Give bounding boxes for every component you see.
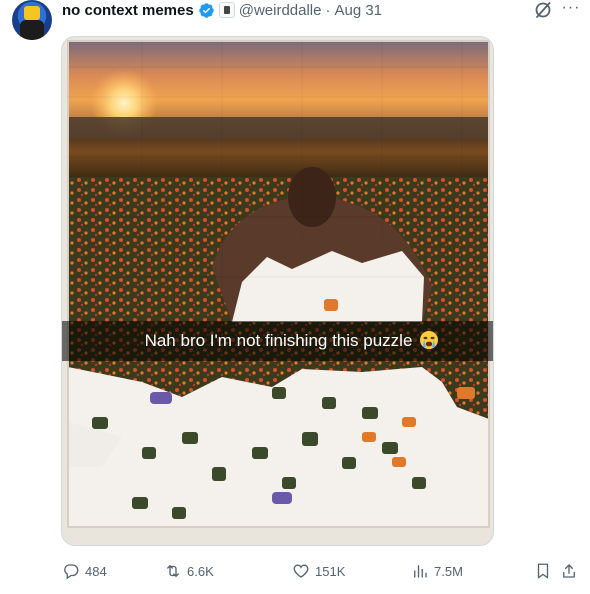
bookmark-button[interactable] bbox=[534, 560, 552, 582]
share-icon bbox=[563, 564, 575, 578]
puzzle-photo bbox=[62, 37, 493, 545]
tweet-image[interactable]: Nah bro I'm not finishing this puzzle bbox=[61, 36, 494, 546]
reply-button[interactable]: 484 bbox=[62, 560, 107, 582]
grok-icon[interactable] bbox=[533, 0, 553, 20]
crying-face-emoji-icon bbox=[420, 331, 438, 349]
avatar-face bbox=[24, 6, 40, 20]
separator-dot: · bbox=[325, 1, 331, 19]
more-options-button[interactable]: ··· bbox=[560, 0, 582, 18]
tweet-actions: 484 6.6K 151K 7.5M bbox=[60, 560, 580, 582]
repost-icon bbox=[167, 565, 179, 577]
avatar-body bbox=[20, 20, 44, 40]
verified-badge-icon bbox=[198, 2, 214, 18]
views-chart-icon bbox=[414, 565, 427, 578]
display-name[interactable]: no context memes bbox=[62, 2, 194, 19]
affiliate-badge-icon bbox=[218, 2, 235, 18]
repost-count: 6.6K bbox=[187, 563, 214, 579]
like-count: 151K bbox=[315, 563, 346, 579]
reply-count: 484 bbox=[85, 563, 107, 579]
like-button[interactable]: 151K bbox=[292, 560, 345, 582]
share-button[interactable] bbox=[560, 560, 578, 582]
timestamp[interactable]: Aug 31 bbox=[334, 2, 382, 19]
views-button[interactable]: 7.5M bbox=[411, 560, 463, 582]
repost-button[interactable]: 6.6K bbox=[164, 560, 214, 582]
handle[interactable]: @weirddalle bbox=[239, 2, 322, 19]
heart-icon bbox=[293, 564, 309, 578]
avatar[interactable] bbox=[12, 0, 52, 40]
tweet-header: no context memes @weirddalle · Aug 31 bbox=[62, 0, 382, 20]
bookmark-icon bbox=[537, 563, 549, 579]
reply-icon bbox=[64, 564, 79, 580]
tweet[interactable]: no context memes @weirddalle · Aug 31 ··… bbox=[0, 0, 590, 594]
views-count: 7.5M bbox=[434, 563, 463, 579]
